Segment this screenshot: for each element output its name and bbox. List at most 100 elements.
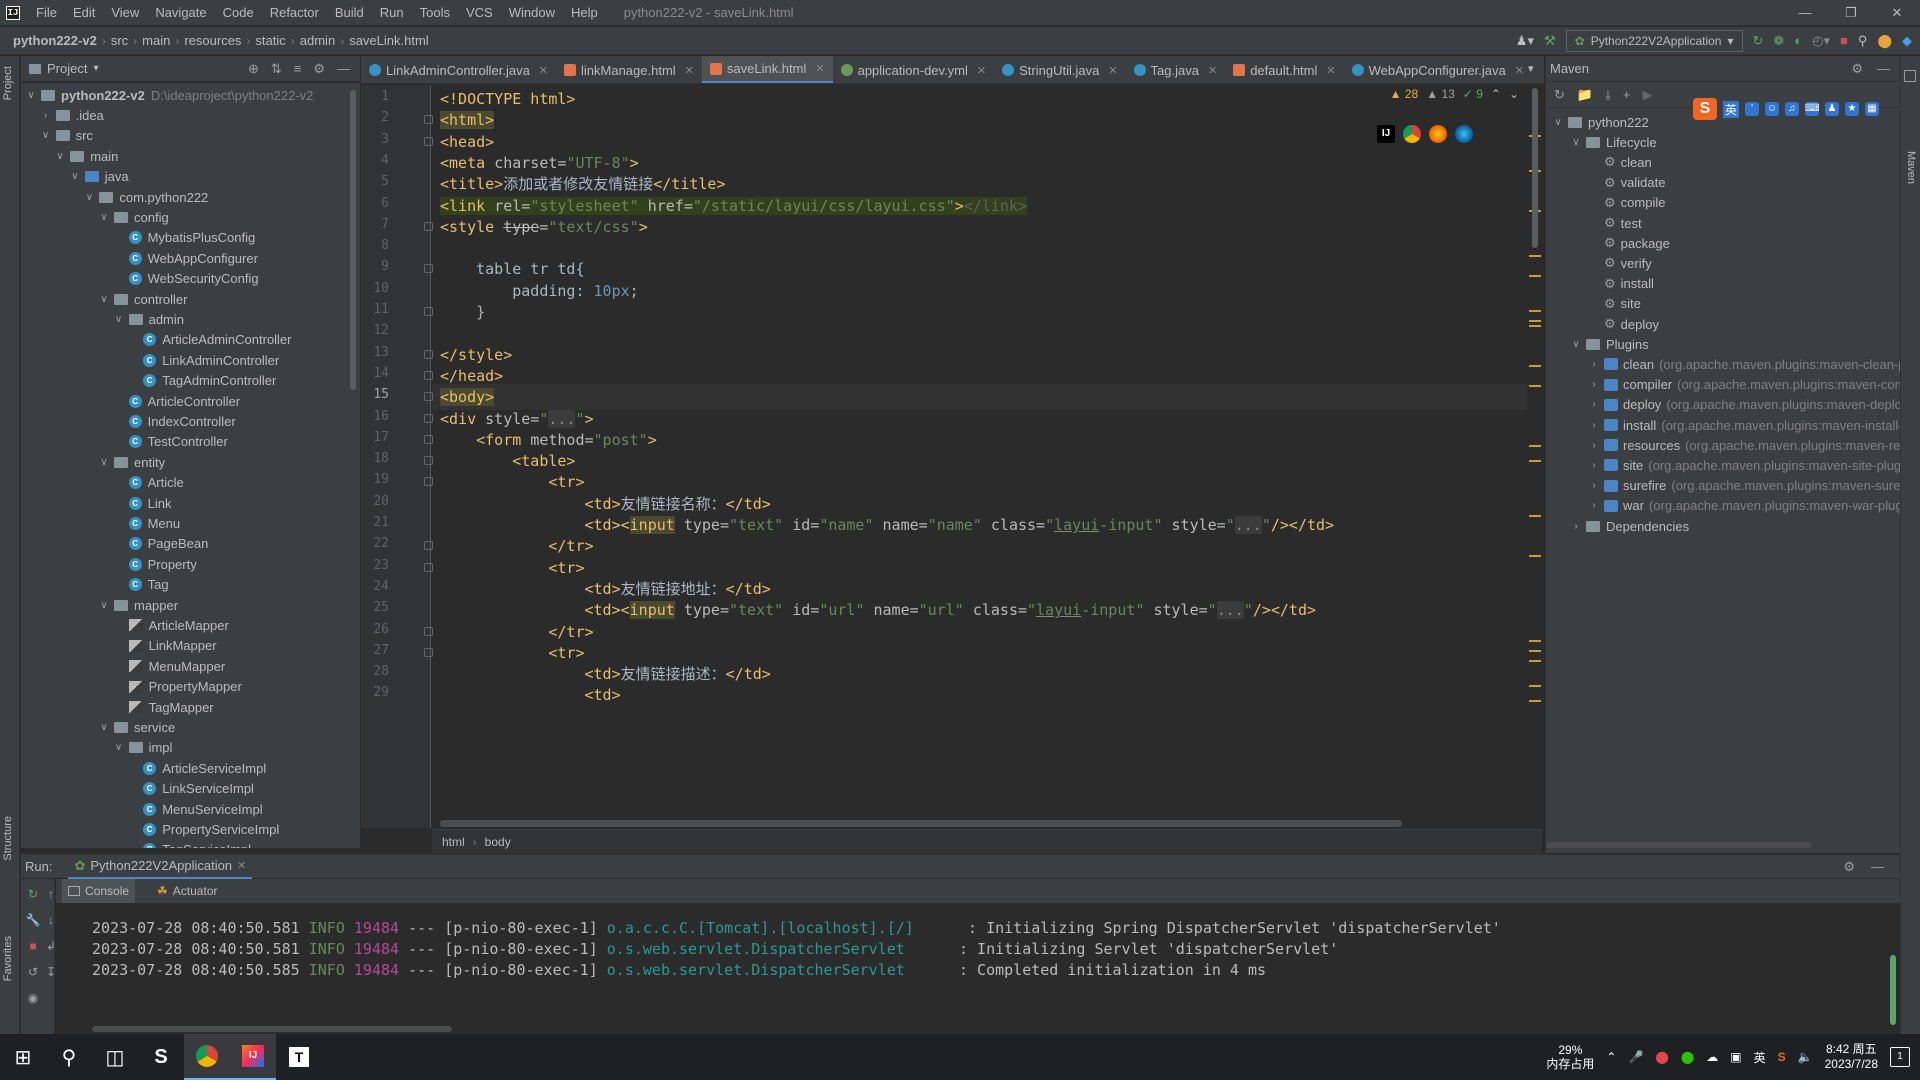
restore-icon[interactable]: ❐	[1828, 0, 1874, 26]
tree-folder-item[interactable]: › .idea	[40, 105, 104, 125]
maven-tree-item[interactable]: › compiler (org.apache.maven.plugins:maven…	[1588, 375, 1902, 395]
fold-marker-icon[interactable]	[424, 370, 433, 380]
log-logger[interactable]: o.s.web.servlet.DispatcherServlet	[607, 961, 905, 979]
profile-icon[interactable]: ◴▾	[1812, 33, 1830, 49]
wrench-icon[interactable]: 🔧	[25, 913, 41, 927]
maven-tree-item[interactable]: ⚙ validate	[1588, 173, 1665, 193]
menu-navigate[interactable]: Navigate	[147, 0, 214, 26]
tree-file-item[interactable]: C ArticleAdminController	[127, 330, 292, 350]
tree-folder-item[interactable]: ∨ com.python222	[83, 187, 209, 207]
locate-icon[interactable]: ⊕	[248, 61, 259, 77]
tree-file-item[interactable]: C ArticleController	[113, 391, 240, 411]
chevron-right-icon[interactable]: ›	[1588, 460, 1600, 471]
close-tab-icon[interactable]: ✕	[1208, 64, 1217, 77]
rerun-icon[interactable]: ↻	[1753, 33, 1764, 49]
reload-icon[interactable]: ↻	[1554, 87, 1565, 103]
menu-run[interactable]: Run	[372, 0, 412, 26]
close-tab-icon[interactable]: ✕	[1515, 64, 1524, 77]
maven-tree-item[interactable]: ⚙ verify	[1588, 253, 1652, 273]
maven-tree-item[interactable]: ∨ Plugins	[1570, 334, 1648, 354]
antivirus-icon[interactable]: ⬤	[1655, 1050, 1668, 1064]
fold-marker-icon[interactable]	[424, 647, 433, 657]
tree-file-item[interactable]: C PropertyServiceImpl	[127, 819, 279, 839]
chevron-down-icon[interactable]: ∨	[69, 171, 81, 182]
fold-marker-icon[interactable]	[424, 434, 433, 444]
network-icon[interactable]: ☁	[1706, 1050, 1718, 1064]
chevron-down-icon[interactable]: ∨	[113, 314, 125, 325]
tree-file-item[interactable]: C Menu	[113, 513, 180, 533]
editor-tab[interactable]: WebAppConfigurer.java ✕	[1344, 56, 1532, 83]
code-line[interactable]: }	[440, 299, 485, 325]
tree-folder-item[interactable]: ∨ mapper	[98, 595, 178, 615]
actuator-tab[interactable]: ☘ Actuator	[151, 879, 223, 903]
chevron-down-icon[interactable]: ∨	[1552, 117, 1564, 128]
console-vertical-scrollbar[interactable]	[1890, 955, 1896, 1025]
tree-file-item[interactable]: C TagServiceImpl	[127, 840, 251, 848]
chevron-down-icon[interactable]: ∨	[98, 294, 110, 305]
close-tab-icon[interactable]: ✕	[815, 62, 824, 75]
tree-folder-item[interactable]: ∨ service	[98, 717, 175, 737]
code-line[interactable]: <style type="text/css">	[440, 214, 648, 240]
previous-highlight-icon[interactable]: ⌃	[1491, 87, 1501, 101]
maven-tree-item[interactable]: ∨ Lifecycle	[1570, 132, 1656, 152]
ime-voice-icon[interactable]: ♫	[1785, 102, 1800, 116]
fold-marker-icon[interactable]	[424, 626, 433, 636]
close-icon[interactable]: ✕	[237, 859, 246, 872]
build-hammer-icon[interactable]: ⚒	[1544, 33, 1556, 49]
fold-marker-icon[interactable]	[424, 221, 433, 231]
maven-tree-item[interactable]: › resources (org.apache.maven.plugins:mave…	[1588, 435, 1900, 455]
menu-view[interactable]: View	[103, 0, 147, 26]
tree-file-item[interactable]: C MybatisPlusConfig	[113, 228, 255, 248]
hide-icon[interactable]: —	[337, 61, 350, 77]
tree-file-item[interactable]: C ArticleServiceImpl	[127, 758, 266, 778]
rerun-icon[interactable]: ↻	[25, 887, 41, 901]
code-breadcrumb-item[interactable]: html	[442, 835, 465, 849]
fold-marker-icon[interactable]	[424, 541, 433, 551]
editor-tab[interactable]: default.html ✕	[1225, 56, 1343, 83]
chrome-taskbar-icon[interactable]	[184, 1034, 230, 1080]
editor-tab[interactable]: application-dev.yml ✕	[833, 56, 995, 83]
run-tab[interactable]: ✿ Python222V2Application ✕	[68, 855, 253, 879]
clock[interactable]: 8:42 周五 2023/7/28	[1825, 1042, 1878, 1072]
maven-tree-item[interactable]: ∨ python222	[1552, 112, 1648, 132]
menu-edit[interactable]: Edit	[65, 0, 103, 26]
run-icon[interactable]: ▶	[1642, 87, 1652, 103]
editor-tab[interactable]: LinkAdminController.java ✕	[361, 56, 556, 83]
close-tab-icon[interactable]: ✕	[1326, 64, 1335, 77]
ime-emoji-icon[interactable]: ☺	[1765, 102, 1780, 116]
breadcrumb-item[interactable]: python222-v2	[10, 33, 100, 48]
log-logger[interactable]: o.s.web.servlet.DispatcherServlet	[607, 940, 905, 958]
breadcrumb-item[interactable]: static	[252, 33, 288, 48]
tree-file-item[interactable]: C MenuServiceImpl	[127, 799, 263, 819]
close-tab-icon[interactable]: ✕	[685, 64, 694, 77]
tree-file-item[interactable]: C Link	[113, 493, 171, 513]
breadcrumb-item[interactable]: resources	[181, 33, 244, 48]
tree-file-item[interactable]: C TestController	[113, 432, 228, 452]
user-icon[interactable]: ♟▾	[1516, 33, 1534, 49]
intellij-browser-icon[interactable]: IJ	[1377, 125, 1395, 143]
chevron-down-icon[interactable]: ∨	[98, 457, 110, 468]
notification-center-icon[interactable]: 1	[1890, 1047, 1910, 1067]
tree-file-item[interactable]: PropertyMapper	[113, 677, 242, 697]
tree-file-item[interactable]: C IndexController	[113, 411, 236, 431]
update-icon[interactable]: ⬤	[1877, 33, 1892, 49]
fold-marker-icon[interactable]	[424, 562, 433, 572]
fold-marker-icon[interactable]	[424, 392, 433, 402]
chevron-down-icon[interactable]: ∨	[98, 722, 110, 733]
maven-tree-item[interactable]: ⚙ test	[1588, 213, 1642, 233]
maven-tree-item[interactable]: ⚙ clean	[1588, 152, 1652, 172]
tabs-overflow-icon[interactable]: ▾	[1528, 62, 1534, 75]
hide-icon[interactable]: —	[1877, 61, 1890, 77]
editor-tab[interactable]: saveLink.html ✕	[701, 56, 833, 83]
chevron-right-icon[interactable]: ›	[1588, 420, 1600, 431]
menu-build[interactable]: Build	[327, 0, 372, 26]
close-tab-icon[interactable]: ✕	[1108, 64, 1117, 77]
sogou-logo-icon[interactable]: S	[1693, 98, 1717, 120]
tree-file-item[interactable]: C LinkServiceImpl	[127, 779, 254, 799]
menu-code[interactable]: Code	[215, 0, 262, 26]
maven-tree-item[interactable]: › war (org.apache.maven.plugins:maven-war-…	[1588, 496, 1902, 516]
breadcrumb-item[interactable]: admin	[297, 33, 338, 48]
stop-icon[interactable]: ■	[25, 939, 41, 953]
maven-tree-item[interactable]: › surefire (org.apache.maven.plugins:maven…	[1588, 476, 1904, 496]
tree-folder-item[interactable]: ∨ java	[69, 167, 129, 187]
